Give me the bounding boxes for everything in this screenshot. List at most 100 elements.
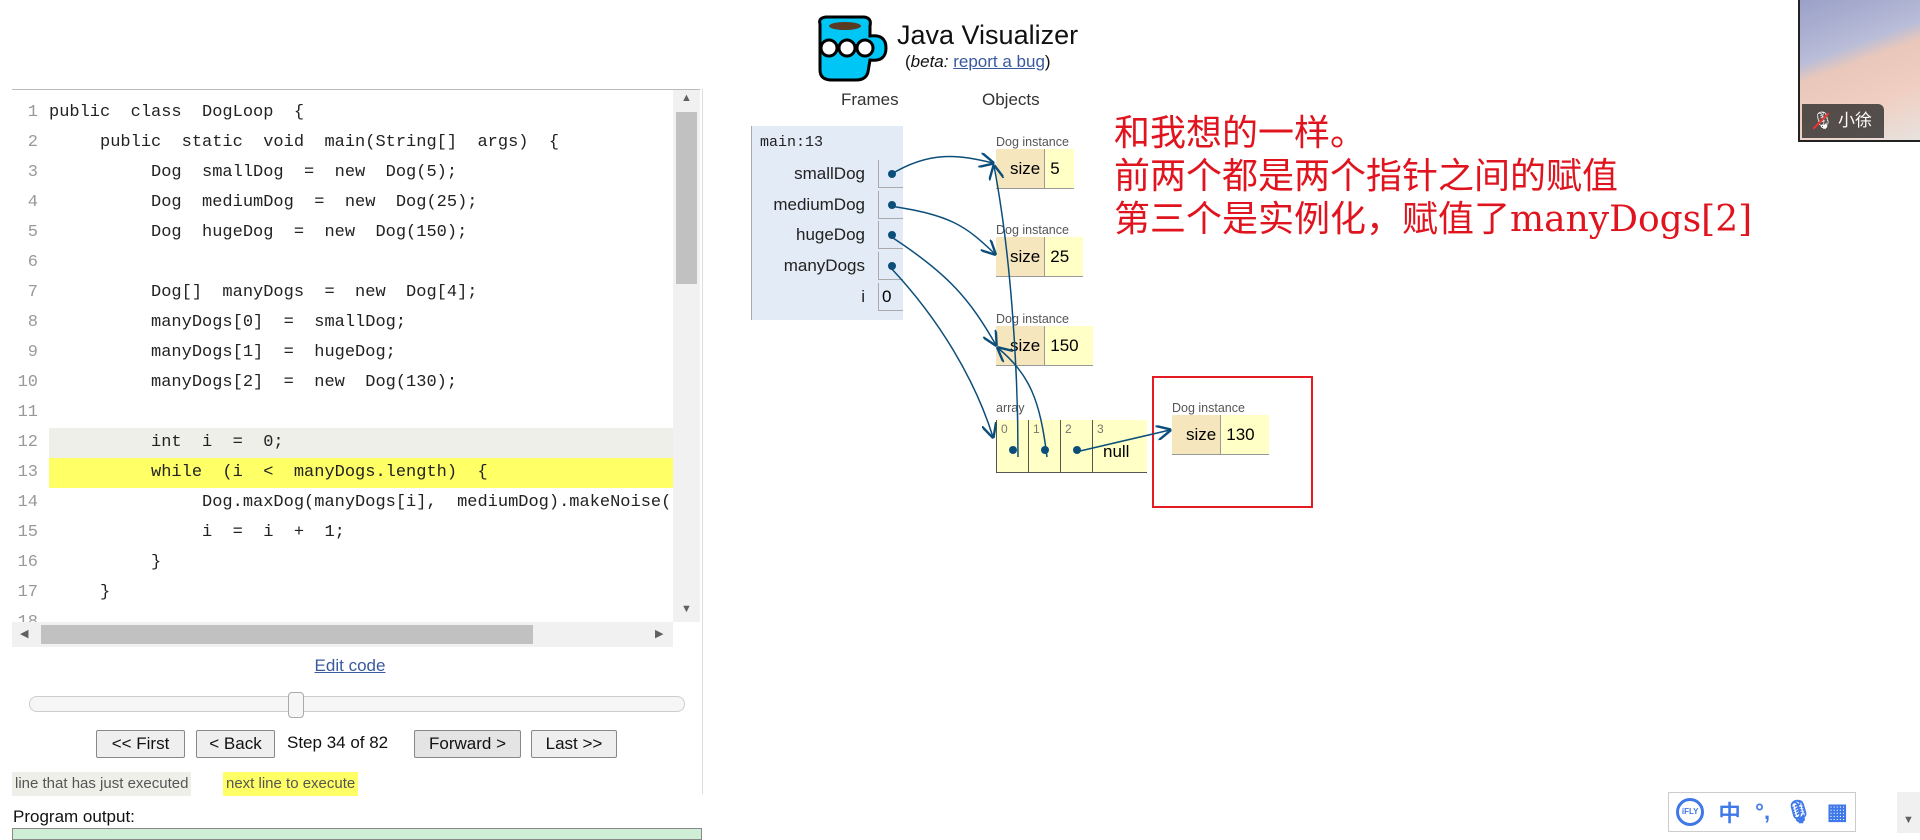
dog-instance-130: Dog instance size 130 — [1172, 401, 1269, 455]
line-number: 5 — [27, 223, 38, 242]
frame-name: main:13 — [760, 134, 824, 151]
line-source: i = i + 1; — [49, 523, 345, 542]
code-line: 16 } — [12, 548, 673, 578]
field-name: size — [1172, 415, 1222, 455]
var-name: hugeDog — [795, 225, 865, 244]
paren: ) — [1044, 52, 1051, 71]
line-number: 1 — [27, 103, 38, 122]
step-slider[interactable] — [29, 692, 685, 718]
horizontal-scrollbar[interactable]: ◀ ▶ — [12, 622, 673, 647]
code-line: 17 } — [12, 578, 673, 608]
code-line: 8 manyDogs[0] = smallDog; — [12, 308, 673, 338]
object-type-label: Dog instance — [996, 312, 1069, 326]
var-name: mediumDog — [773, 195, 865, 214]
scrollbar-thumb[interactable] — [676, 112, 697, 284]
array-cell-1: 1 — [1029, 420, 1061, 472]
back-button[interactable]: < Back — [196, 730, 275, 758]
line-number: 4 — [27, 193, 38, 212]
object-type-label: Dog instance — [1172, 401, 1245, 415]
slider-thumb[interactable] — [288, 692, 305, 718]
line-number: 6 — [27, 253, 38, 272]
vertical-scrollbar[interactable]: ▲ ▼ — [673, 90, 700, 622]
line-number: 2 — [27, 133, 38, 152]
array-cell-2: 2 — [1061, 420, 1093, 472]
beta-subtitle: (beta: report a bug) — [905, 52, 1051, 72]
dog-instance-25: Dog instance size 25 — [996, 223, 1084, 277]
line-source: while (i < manyDogs.length) { — [49, 463, 488, 482]
line-source: Dog mediumDog = new Dog(25); — [49, 193, 478, 212]
line-number: 17 — [17, 583, 38, 602]
array-index: 0 — [1001, 422, 1008, 436]
code-line: 13 while (i < manyDogs.length) { — [12, 458, 673, 488]
video-participant-tile[interactable]: 🎙 小徐 — [1798, 0, 1920, 142]
code-line: 2 public static void main(String[] args)… — [12, 128, 673, 158]
edit-code-link[interactable]: Edit code — [0, 656, 700, 676]
beta-label: beta: — [910, 52, 949, 71]
arrow-manydogs — [889, 266, 993, 437]
scroll-up-icon[interactable]: ▲ — [681, 92, 692, 104]
array-label: array — [996, 401, 1025, 415]
code-line: 12 int i = 0; — [12, 428, 673, 458]
scrollbar-thumb[interactable] — [41, 625, 533, 644]
scroll-left-icon[interactable]: ◀ — [20, 627, 28, 640]
var-pointer — [878, 160, 903, 188]
object-type-label: Dog instance — [996, 135, 1069, 149]
pointer-dot — [1073, 446, 1081, 454]
field-value: 130 — [1221, 415, 1269, 455]
var-pointer — [878, 221, 903, 249]
punctuation-icon[interactable]: °, — [1755, 799, 1770, 825]
code-line: 9 manyDogs[1] = hugeDog; — [12, 338, 673, 368]
line-source: manyDogs[0] = smallDog; — [49, 313, 407, 332]
frame-var-i: i0 — [752, 283, 903, 313]
pointer-dot — [888, 262, 896, 270]
frame-var-hugedog: hugeDog — [752, 221, 903, 251]
dog-array: 0 1 2 3 null — [996, 420, 1147, 473]
objects-header: Objects — [982, 90, 1040, 109]
legend-next-line: next line to execute — [223, 772, 359, 796]
chinese-mode-button[interactable]: 中 — [1719, 796, 1741, 828]
pointer-dot — [888, 201, 896, 209]
line-number: 7 — [27, 283, 38, 302]
code-line: 3 Dog smallDog = new Dog(5); — [12, 158, 673, 188]
pointer-dot — [1009, 446, 1017, 454]
frame-var-mediumdog: mediumDog — [752, 191, 903, 221]
frame-var-manydogs: manyDogs — [752, 252, 903, 282]
array-index: 2 — [1065, 422, 1072, 436]
line-source: manyDogs[1] = hugeDog; — [49, 343, 396, 362]
app-title: Java Visualizer — [897, 20, 1079, 50]
apps-grid-icon[interactable]: ▦ — [1827, 799, 1848, 825]
forward-button[interactable]: Forward > — [414, 730, 521, 758]
first-button[interactable]: << First — [96, 730, 185, 758]
line-source: int i = 0; — [49, 433, 284, 452]
last-button[interactable]: Last >> — [531, 730, 617, 758]
scroll-down-icon[interactable]: ▼ — [681, 603, 692, 615]
var-name: i — [861, 287, 865, 306]
code-line: 14 Dog.maxDog(manyDogs[i], mediumDog).ma… — [12, 488, 692, 518]
var-name: manyDogs — [783, 256, 865, 275]
code-line: 5 Dog hugeDog = new Dog(150); — [12, 218, 673, 248]
annotation-line: 第三个是实例化，赋值了manyDogs[2] — [1114, 199, 1753, 240]
line-number: 10 — [17, 373, 38, 392]
scroll-right-icon[interactable]: ▶ — [655, 627, 663, 640]
edit-code-label[interactable]: Edit code — [315, 656, 386, 675]
frames-header: Frames — [841, 90, 899, 109]
var-pointer — [878, 191, 903, 219]
field-name: size — [996, 149, 1046, 189]
var-pointer — [878, 252, 903, 280]
code-line: 7 Dog[] manyDogs = new Dog[4]; — [12, 278, 673, 308]
field-name: size — [996, 237, 1046, 277]
annotation-line: 前两个都是两个指针之间的赋值 — [1114, 156, 1619, 197]
report-bug-link[interactable]: report a bug — [953, 52, 1045, 71]
participant-tag: 🎙 小徐 — [1802, 104, 1884, 138]
microphone-icon[interactable]: 🎙 — [1785, 799, 1813, 825]
line-number: 16 — [17, 553, 38, 572]
page-scroll-down[interactable]: ▼ — [1897, 792, 1920, 833]
arrow-hugedog — [889, 235, 996, 345]
scroll-down-icon[interactable]: ▼ — [1903, 814, 1914, 826]
line-source: public static void main(String[] args) { — [49, 133, 560, 152]
null-value: null — [1103, 442, 1130, 461]
mic-muted-icon: 🎙 — [1812, 104, 1834, 138]
code-line: 11 — [12, 398, 673, 428]
ifly-logo-icon[interactable]: iFLY — [1676, 798, 1705, 826]
line-source: } — [49, 553, 162, 572]
